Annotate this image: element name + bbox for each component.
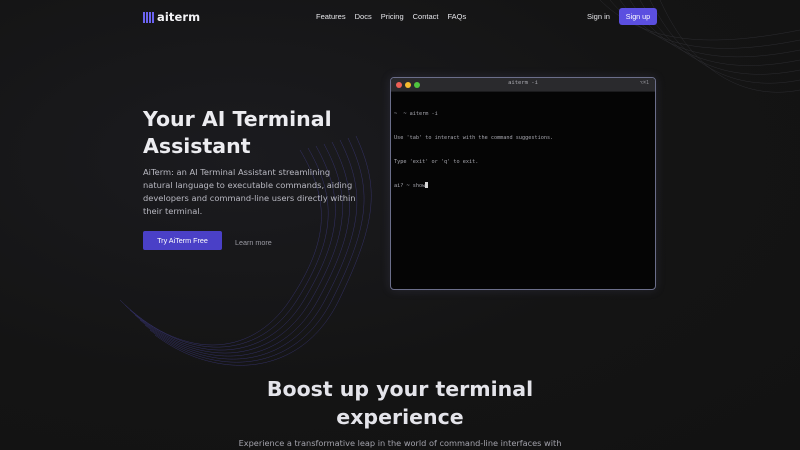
terminal-cursor (425, 182, 429, 188)
sign-up-button[interactable]: Sign up (619, 8, 657, 25)
section-title-line-2: experience (336, 405, 464, 429)
learn-more-link[interactable]: Learn more (235, 238, 272, 247)
terminal-line: ~ ~ aiterm -i (394, 111, 438, 117)
logo[interactable]: aiterm (143, 10, 200, 24)
terminal-title: aiterm -i (508, 80, 538, 86)
logo-text: aiterm (157, 10, 201, 24)
hero-title-line-2: Assistant (143, 134, 251, 158)
landing-page: aiterm Features Docs Pricing Contact FAQ… (0, 0, 800, 450)
terminal-titlebar: aiterm -i ⌥⌘1 (391, 78, 655, 92)
terminal-prompt-text: ai? ~ show (394, 183, 426, 189)
try-aiterm-free-button[interactable]: Try AiTerm Free (143, 231, 222, 250)
hero-description: AiTerm: an AI Terminal Assistant streaml… (143, 167, 356, 216)
nav-link-contact[interactable]: Contact (413, 12, 439, 21)
hero-title-line-1: Your AI Terminal (143, 107, 332, 131)
hero-title: Your AI Terminal Assistant (143, 106, 373, 160)
top-navbar: aiterm Features Docs Pricing Contact FAQ… (0, 0, 800, 34)
terminal-line: Use 'tab' to interact with the command s… (394, 135, 554, 141)
terminal-shortcut: ⌥⌘1 (639, 80, 649, 86)
sign-in-link[interactable]: Sign in (587, 12, 610, 21)
nav-link-faqs[interactable]: FAQs (448, 12, 467, 21)
bars-logo-icon (143, 11, 154, 23)
nav-links: Features Docs Pricing Contact FAQs (316, 12, 466, 21)
terminal-line: Type 'exit' or 'q' to exit. (394, 159, 479, 165)
nav-link-features[interactable]: Features (316, 12, 346, 21)
section-subtitle: Experience a transformative leap in the … (238, 438, 562, 448)
section-title: Boost up your terminal experience (200, 375, 600, 431)
nav-link-docs[interactable]: Docs (355, 12, 372, 21)
section-title-line-1: Boost up your terminal (266, 377, 534, 401)
terminal-prompt-line: ai? ~ show (394, 182, 652, 190)
terminal-window: aiterm -i ⌥⌘1 ~ ~ aiterm -i Use 'tab' to… (390, 77, 656, 290)
nav-link-pricing[interactable]: Pricing (381, 12, 404, 21)
terminal-body[interactable]: ~ ~ aiterm -i Use 'tab' to interact with… (391, 92, 655, 208)
